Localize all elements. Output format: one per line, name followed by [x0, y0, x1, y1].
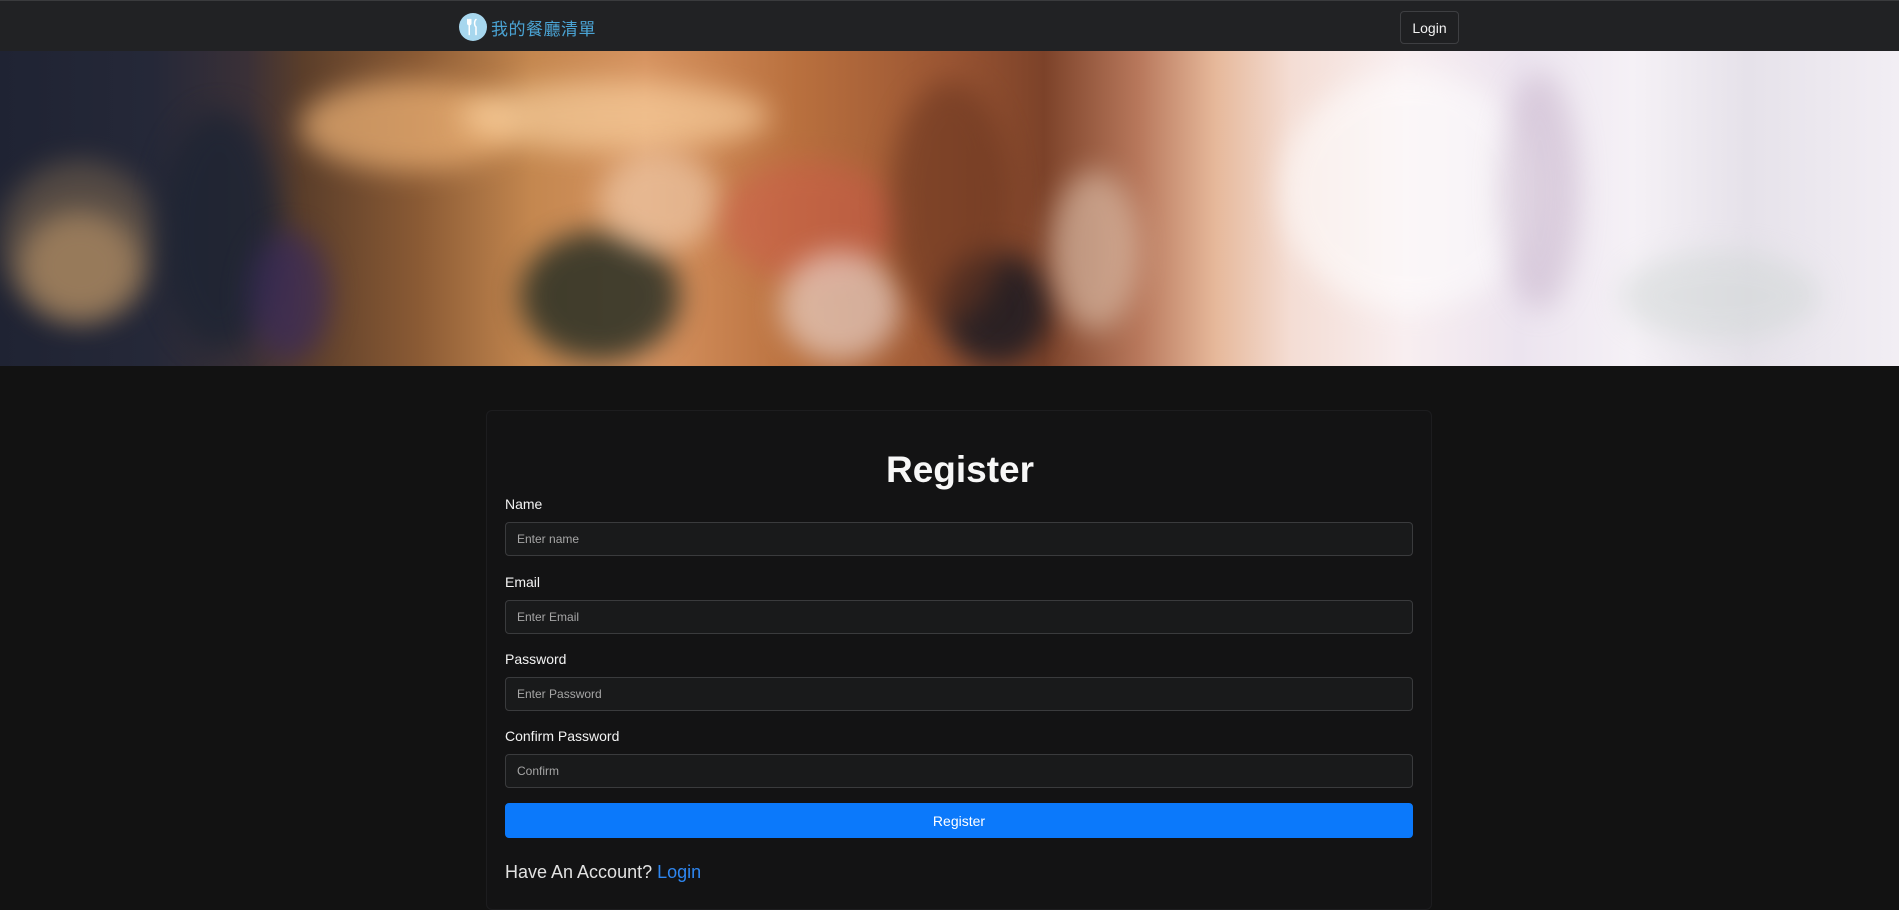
- name-label: Name: [505, 496, 543, 512]
- name-input[interactable]: [505, 522, 1413, 556]
- register-button[interactable]: Register: [505, 803, 1413, 838]
- brand-text: 我的餐廳清單: [491, 19, 596, 40]
- email-input[interactable]: [505, 600, 1413, 634]
- navbar: 我的餐廳清單 Login: [0, 0, 1899, 51]
- page-title: Register: [885, 449, 1035, 490]
- email-label: Email: [505, 574, 541, 590]
- login-prompt: Have An Account? Login: [505, 862, 701, 883]
- login-prompt-text: Have An Account?: [505, 862, 653, 882]
- utensils-icon: [459, 13, 487, 41]
- confirm-password-label: Confirm Password: [505, 728, 620, 744]
- nav-login-button[interactable]: Login: [1400, 11, 1459, 44]
- hero-banner-image: [0, 51, 1899, 366]
- register-card: Register Name Email Password Confirm Pas…: [486, 410, 1432, 910]
- password-label: Password: [505, 651, 567, 667]
- login-link[interactable]: Login: [657, 862, 701, 882]
- brand-link[interactable]: 我的餐廳清單: [459, 13, 596, 41]
- confirm-password-input[interactable]: [505, 754, 1413, 788]
- password-input[interactable]: [505, 677, 1413, 711]
